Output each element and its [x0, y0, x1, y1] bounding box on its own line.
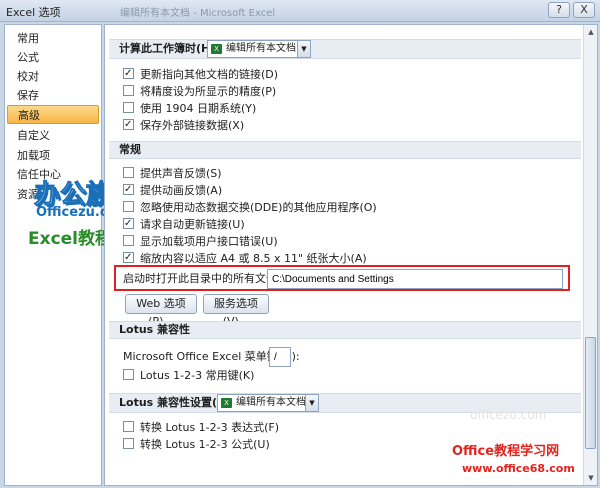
option-transition-formula-evaluation[interactable]: 转换 Lotus 1-2-3 表达式(F) — [123, 420, 279, 436]
watermark-site-url: www.office68.com — [462, 462, 575, 475]
option-transition-formula-entry[interactable]: 转换 Lotus 1-2-3 公式(U) — [123, 437, 270, 453]
panel-scrollbar[interactable]: ▲ ▼ — [583, 25, 597, 485]
checkbox[interactable] — [123, 438, 134, 449]
help-button[interactable]: ? — [548, 2, 570, 18]
calc-section-header: 计算此工作簿时(H): — [109, 39, 581, 59]
watermark-faint-site: officezu.com — [470, 408, 547, 422]
option-animation-feedback[interactable]: 提供动画反馈(A) — [123, 182, 222, 199]
options-sidebar: 常用 公式 校对 保存 高级 自定义 加载项 信任中心 资源 — [4, 24, 102, 486]
general-section-header: 常规 — [109, 141, 581, 159]
scroll-up-icon[interactable]: ▲ — [585, 26, 597, 38]
chevron-down-icon: ▼ — [297, 41, 310, 57]
excel-workbook-icon: X — [211, 44, 222, 54]
lotus-section-header: Lotus 兼容性 — [109, 321, 581, 339]
checkbox[interactable] — [123, 182, 134, 198]
service-options-button[interactable]: 服务选项(V)... — [203, 294, 269, 328]
sidebar-item-proofing[interactable]: 校对 — [7, 67, 99, 86]
calc-workbook-combo-value: 编辑所有本文档... — [226, 43, 306, 54]
sidebar-item-common[interactable]: 常用 — [7, 29, 99, 48]
checkbox[interactable] — [123, 102, 134, 113]
scroll-thumb[interactable] — [585, 337, 596, 449]
checkbox[interactable] — [123, 85, 134, 96]
sidebar-item-customize[interactable]: 自定义 — [7, 126, 99, 145]
sidebar-item-advanced[interactable]: 高级 — [7, 105, 99, 124]
close-button[interactable]: X — [573, 2, 595, 18]
option-sound-feedback[interactable]: 提供声音反馈(S) — [123, 166, 222, 182]
sidebar-item-addins[interactable]: 加载项 — [7, 146, 99, 165]
checkbox[interactable] — [123, 369, 134, 380]
option-1904-date-system[interactable]: 使用 1904 日期系统(Y) — [123, 101, 256, 117]
checkbox[interactable] — [123, 66, 134, 82]
watermark-logo-tutorial: Excel教程 — [28, 229, 113, 249]
calc-section-label: 计算此工作簿时(H): — [119, 42, 220, 55]
checkbox[interactable] — [123, 421, 134, 432]
option-lotus-navigation-keys[interactable]: Lotus 1-2-3 常用键(K) — [123, 368, 254, 384]
watermark-site-name: Office教程学习网 — [452, 444, 560, 459]
checkbox[interactable] — [123, 250, 134, 266]
calc-workbook-combo[interactable]: X 编辑所有本文档... ▼ — [207, 40, 311, 58]
web-options-button[interactable]: Web 选项(P)... — [125, 294, 197, 328]
checkbox[interactable] — [123, 216, 134, 232]
checkbox[interactable] — [123, 235, 134, 246]
option-ignore-dde[interactable]: 忽略使用动态数据交换(DDE)的其他应用程序(O) — [123, 200, 377, 216]
window-title: Excel 选项 — [6, 6, 61, 19]
lotus-menu-key-input[interactable] — [269, 347, 291, 367]
sidebar-item-formulas[interactable]: 公式 — [7, 48, 99, 67]
checkbox[interactable] — [123, 117, 134, 133]
excel-workbook-icon: X — [221, 398, 232, 408]
option-update-links[interactable]: 更新指向其他文档的链接(D) — [123, 66, 278, 83]
highlight-box — [114, 265, 570, 291]
title-bar: Excel 选项 编辑所有本文档 - Microsoft Excel ? X — [0, 0, 600, 22]
option-precision-as-displayed[interactable]: 将精度设为所显示的精度(P) — [123, 84, 276, 100]
lotus-settings-combo-value: 编辑所有本文档... — [236, 397, 316, 408]
option-ask-update-links[interactable]: 请求自动更新链接(U) — [123, 216, 245, 233]
scroll-down-icon[interactable]: ▼ — [585, 472, 597, 484]
option-addin-ui-errors[interactable]: 显示加载项用户接口错误(U) — [123, 234, 278, 250]
option-save-external-link-values[interactable]: 保存外部链接数据(X) — [123, 117, 244, 134]
checkbox[interactable] — [123, 167, 134, 178]
checkbox[interactable] — [123, 201, 134, 212]
background-window-title: 编辑所有本文档 - Microsoft Excel — [120, 8, 276, 19]
chevron-down-icon: ▼ — [305, 395, 318, 411]
sidebar-item-save[interactable]: 保存 — [7, 86, 99, 105]
lotus-settings-combo[interactable]: X 编辑所有本文档... ▼ — [217, 394, 319, 412]
